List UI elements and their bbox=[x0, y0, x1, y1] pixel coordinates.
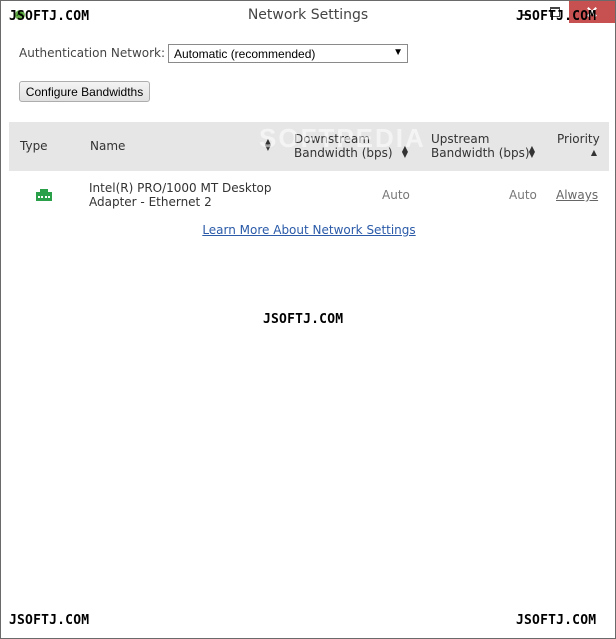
table-row[interactable]: Intel(R) PRO/1000 MT Desktop Adapter - E… bbox=[9, 171, 609, 219]
priority-link[interactable]: Always bbox=[556, 188, 598, 202]
column-header-name[interactable]: Name bbox=[90, 139, 125, 153]
upstream-header-line2: Bandwidth (bps) bbox=[431, 146, 530, 160]
upstream-value[interactable]: Auto bbox=[509, 188, 537, 202]
configure-bandwidths-button[interactable]: Configure Bandwidths bbox=[19, 81, 150, 102]
authentication-network-select[interactable]: Automatic (recommended) ▼ bbox=[168, 44, 408, 63]
authentication-network-label: Authentication Network: bbox=[19, 46, 166, 60]
downstream-value[interactable]: Auto bbox=[382, 188, 410, 202]
watermark-bottom-left: JSOFTJ.COM bbox=[9, 613, 90, 628]
adapter-name: Intel(R) PRO/1000 MT Desktop Adapter - E… bbox=[89, 181, 279, 209]
watermark-softpedia: SOFTPEDIA bbox=[259, 123, 426, 153]
column-header-type[interactable]: Type bbox=[20, 139, 48, 153]
sort-upstream-icon[interactable]: ▲ ▼ bbox=[528, 145, 536, 159]
watermark-center: JSOFTJ.COM bbox=[263, 312, 344, 327]
upstream-header-line1: Upstream bbox=[431, 132, 490, 146]
watermark-top-right: JSOFTJ.COM bbox=[516, 9, 597, 24]
column-header-priority[interactable]: Priority bbox=[557, 132, 600, 146]
adapter-name-line2: Adapter - Ethernet 2 bbox=[89, 195, 212, 209]
watermark-bottom-right: JSOFTJ.COM bbox=[516, 613, 597, 628]
authentication-network-value: Automatic (recommended) bbox=[174, 47, 316, 61]
network-adapter-icon bbox=[36, 189, 52, 201]
sort-priority-icon[interactable]: ▲ bbox=[590, 149, 598, 157]
dropdown-arrow-icon: ▼ bbox=[393, 47, 403, 58]
adapter-name-line1: Intel(R) PRO/1000 MT Desktop bbox=[89, 181, 272, 195]
learn-more-link[interactable]: Learn More About Network Settings bbox=[1, 223, 616, 237]
watermark-top-left: JSOFTJ.COM bbox=[9, 9, 90, 24]
column-header-upstream[interactable]: Upstream Bandwidth (bps) bbox=[431, 132, 530, 160]
